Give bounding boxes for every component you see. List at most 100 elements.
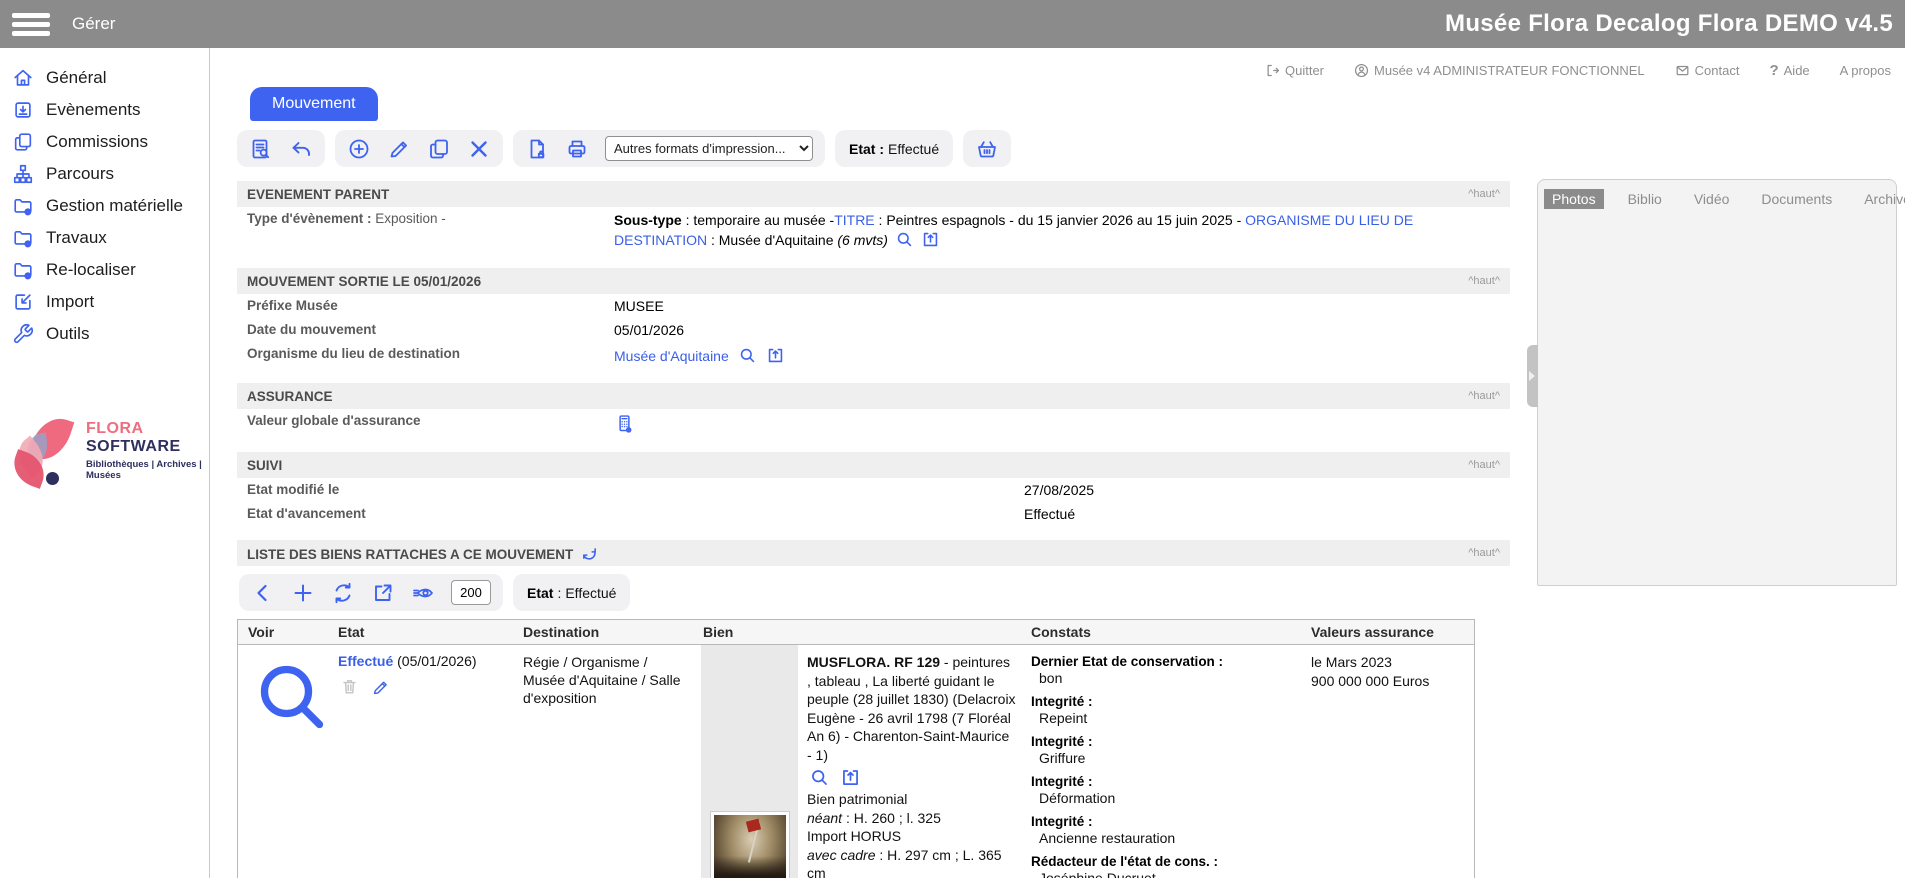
- calculator-icon[interactable]: [614, 413, 635, 434]
- sidebar-item-import[interactable]: Import: [0, 286, 209, 318]
- musee-aquitaine-link[interactable]: Musée d'Aquitaine: [614, 348, 729, 364]
- record-toolbar: Autres formats d'impression... Etat : Eff…: [237, 130, 1510, 167]
- field-etat-avancement: Etat d'avancement: [247, 506, 366, 521]
- haut-link[interactable]: ^haut^: [1468, 547, 1500, 559]
- sidebar-item-re-localiser[interactable]: Re-localiser: [0, 254, 209, 286]
- basket-icon[interactable]: [975, 137, 999, 161]
- section-mouvement-sortie: MOUVEMENT SORTIE LE 05/01/2026 ^haut^: [237, 268, 1510, 294]
- tab-mouvement[interactable]: Mouvement: [250, 87, 378, 121]
- wrench-icon: [12, 323, 34, 345]
- valeurs-assurance-cell: le Mars 2023 900 000 000 Euros: [1311, 654, 1430, 689]
- copy-icon: [12, 131, 34, 153]
- bien-description: MUSFLORA. RF 129 - peintures , tableau ,…: [807, 654, 1016, 878]
- tab-photos[interactable]: Photos: [1544, 189, 1604, 209]
- value-prefixe-musee: MUSEE: [614, 298, 664, 314]
- utility-bar: Quitter Musée v4 ADMINISTRATEUR FONCTION…: [210, 48, 1905, 79]
- sidebar-item-label: Commissions: [46, 132, 149, 151]
- bien-thumbnail-column: [701, 645, 798, 878]
- sidebar-item-label: Travaux: [46, 228, 107, 247]
- folder-globe-icon: [12, 195, 34, 217]
- flora-software-logo: FLORA SOFTWARE Bibliothèques | Archives …: [7, 411, 209, 489]
- app-title: Musée Flora Decalog Flora DEMO v4.5: [1445, 10, 1893, 37]
- sidebar-item-outils[interactable]: Outils: [0, 318, 209, 350]
- user-account-link[interactable]: Musée v4 ADMINISTRATEUR FONCTIONNEL: [1354, 63, 1645, 78]
- panel-collapse-handle[interactable]: [1527, 345, 1538, 407]
- view-record-icon[interactable]: [248, 653, 336, 741]
- sidebar-item-label: Outils: [46, 324, 90, 343]
- haut-link[interactable]: ^haut^: [1468, 188, 1500, 200]
- bien-thumbnail-image[interactable]: [709, 811, 790, 878]
- tab-documents[interactable]: Documents: [1753, 189, 1840, 209]
- external-link-icon[interactable]: [371, 581, 395, 605]
- etat-date: (05/01/2026): [397, 653, 477, 669]
- sidebar-item-general[interactable]: Général: [0, 62, 209, 94]
- duplicate-icon[interactable]: [427, 137, 451, 161]
- value-etat-avancement: Effectué: [1024, 506, 1076, 522]
- printer-icon[interactable]: [565, 137, 589, 161]
- contact-link[interactable]: Contact: [1675, 63, 1739, 78]
- field-organisme-destination: Organisme du lieu de destination: [247, 346, 461, 361]
- print-formats-select[interactable]: Autres formats d'impression...: [605, 136, 813, 161]
- col-destination: Destination: [523, 624, 600, 640]
- undo-icon[interactable]: [289, 137, 313, 161]
- list-etat-badge: Etat: Effectué: [513, 574, 631, 611]
- constats-cell: Dernier Etat de conservation : bon Integr…: [1031, 654, 1224, 878]
- edit-icon[interactable]: [387, 137, 411, 161]
- media-tabs: Photos Biblio Vidéo Documents Archives: [1538, 180, 1905, 215]
- sidebar-item-parcours[interactable]: Parcours: [0, 158, 209, 190]
- sidebar-item-label: Gestion matérielle: [46, 196, 184, 215]
- tab-biblio[interactable]: Biblio: [1620, 189, 1670, 209]
- haut-link[interactable]: ^haut^: [1468, 390, 1500, 402]
- haut-link[interactable]: ^haut^: [1468, 459, 1500, 471]
- field-date-mouvement: Date du mouvement: [247, 322, 377, 337]
- page-size-input[interactable]: [451, 580, 491, 605]
- user-icon: [1354, 63, 1369, 78]
- titre-link[interactable]: TITRE: [834, 212, 874, 228]
- sidebar-item-commissions[interactable]: Commissions: [0, 126, 209, 158]
- section-liste-biens: LISTE DES BIENS RATTACHES A CE MOUVEMENT…: [237, 540, 1510, 566]
- aide-link[interactable]: ? Aide: [1769, 62, 1809, 79]
- sidebar-item-travaux[interactable]: Travaux: [0, 222, 209, 254]
- edit-row-icon[interactable]: [371, 678, 390, 697]
- import-icon: [12, 291, 34, 313]
- field-valeur-globale-assurance: Valeur globale d'assurance: [247, 413, 421, 428]
- open-record-icon[interactable]: [766, 346, 785, 365]
- sidebar-item-evenements[interactable]: Evènements: [0, 94, 209, 126]
- hamburger-menu-icon[interactable]: [12, 9, 54, 40]
- horus-eye-icon[interactable]: [411, 581, 435, 605]
- section-assurance: ASSURANCE ^haut^: [237, 383, 1510, 409]
- search-icon[interactable]: [895, 230, 914, 249]
- field-etat-modifie-le: Etat modifié le: [247, 482, 340, 497]
- a-propos-link[interactable]: A propos: [1840, 63, 1891, 78]
- quitter-link[interactable]: Quitter: [1265, 63, 1324, 78]
- search-icon[interactable]: [809, 767, 830, 788]
- app-menu-label[interactable]: Gérer: [72, 14, 115, 34]
- section-suivi: SUIVI ^haut^: [237, 452, 1510, 478]
- print-page-icon[interactable]: [525, 137, 549, 161]
- add-icon[interactable]: [347, 137, 371, 161]
- haut-link[interactable]: ^haut^: [1468, 275, 1500, 287]
- recycle-icon[interactable]: [331, 581, 355, 605]
- sidebar-item-label: Evènements: [46, 100, 141, 119]
- sidebar-item-gestion-materielle[interactable]: Gestion matérielle: [0, 190, 209, 222]
- evenement-parent-value: Sous-type : temporaire au musée -TITRE :…: [614, 212, 1414, 249]
- tab-video[interactable]: Vidéo: [1686, 189, 1738, 209]
- trash-icon[interactable]: [340, 677, 359, 698]
- logo-brand-secondary: SOFTWARE: [86, 437, 181, 455]
- tab-archives[interactable]: Archives: [1856, 189, 1905, 209]
- open-record-icon[interactable]: [921, 230, 940, 249]
- sidebar-item-label: Re-localiser: [46, 260, 136, 279]
- open-record-icon[interactable]: [840, 767, 861, 788]
- chevron-left-icon[interactable]: [251, 581, 275, 605]
- plus-icon[interactable]: [291, 581, 315, 605]
- refresh-icon[interactable]: [581, 545, 598, 562]
- etat-filter-badge: Etat : Effectué: [835, 130, 954, 167]
- record-content: Mouvement Autres formats d'impression...…: [210, 79, 1510, 878]
- field-type-evenement: Type d'évènement : Exposition -: [247, 211, 446, 226]
- delete-icon[interactable]: [467, 137, 491, 161]
- etat-effectue-link[interactable]: Effectué: [338, 653, 393, 669]
- value-etat-modifie-le: 27/08/2025: [1024, 482, 1095, 498]
- biens-table: Voir Etat Destination Bien Constats Vale…: [237, 619, 1475, 878]
- list-search-icon[interactable]: [249, 137, 273, 161]
- search-icon[interactable]: [738, 346, 757, 365]
